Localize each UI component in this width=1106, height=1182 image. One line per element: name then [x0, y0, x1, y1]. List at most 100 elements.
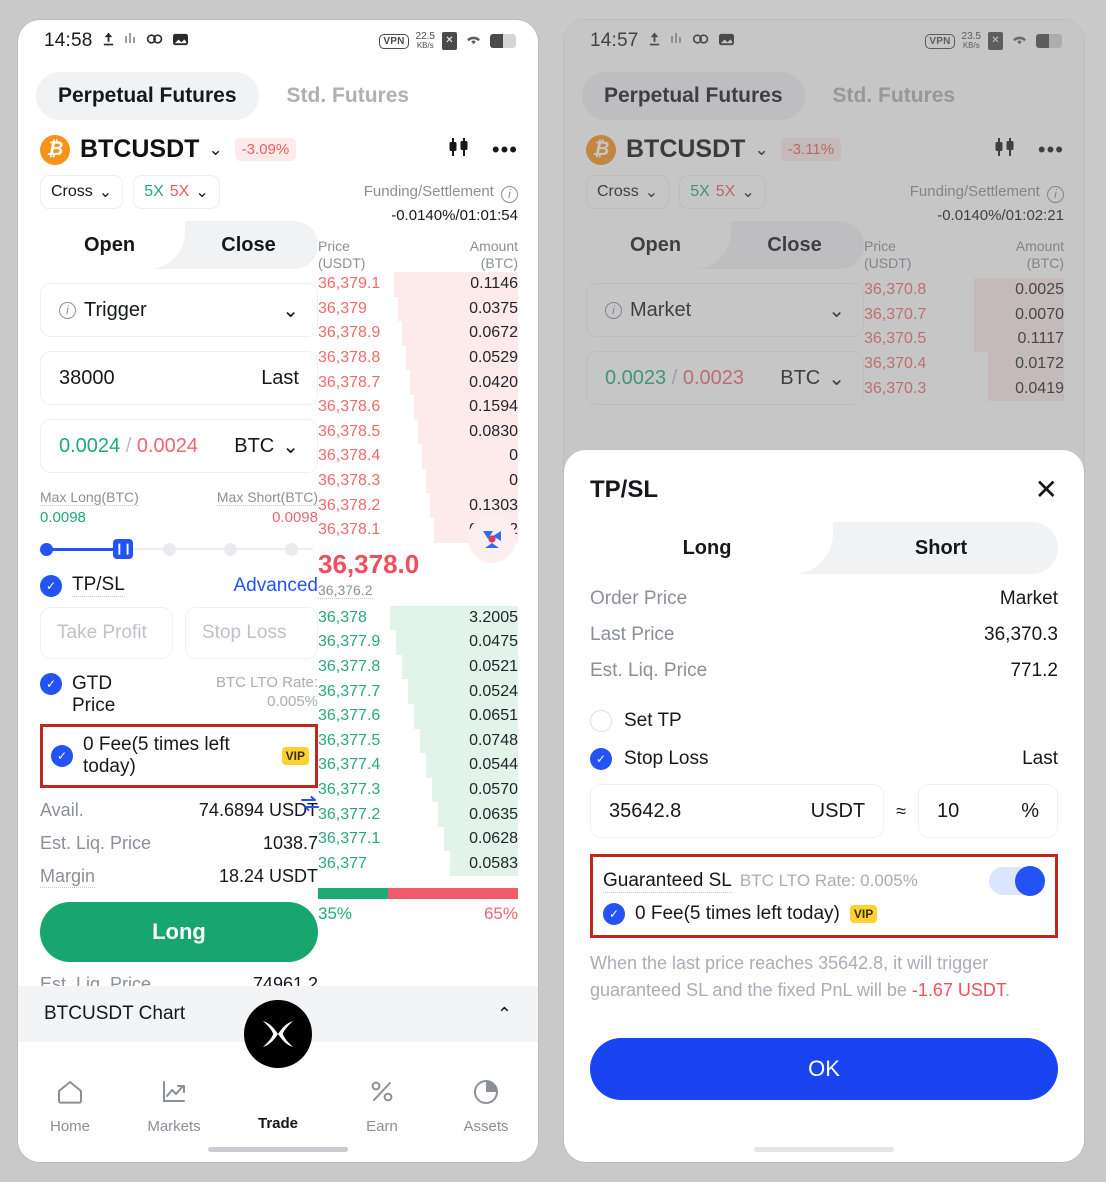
more-options-icon[interactable]: ••• [492, 137, 518, 163]
index-price: 36,376.2 [318, 581, 373, 599]
orderbook-row[interactable]: 36,378.9 0.0672 [318, 321, 518, 346]
orderbook-row[interactable]: 36,379.1 0.1146 [318, 272, 518, 297]
tpsl-checkbox-row[interactable]: ✓ TP/SL Advanced [40, 560, 318, 597]
nav-item-assets[interactable]: Assets [434, 1042, 538, 1162]
orderbook-price: 36,377 [318, 854, 367, 872]
open-close-toggle[interactable]: Open Close [40, 221, 318, 269]
sl-percent-input[interactable]: 10 % [918, 784, 1058, 838]
est-liq-price-row: Est. Liq. Price 771.2 [590, 646, 1058, 682]
orderbook-row[interactable]: 36,377.4 0.0544 [318, 753, 518, 778]
advanced-link[interactable]: Advanced [233, 575, 318, 597]
set-tp-checkbox[interactable] [590, 710, 612, 732]
long-short-toggle[interactable]: Long Short [590, 522, 1058, 574]
zero-fee-checkbox[interactable]: ✓ [603, 903, 625, 925]
orderbook-row[interactable]: 36,377.8 0.0521 [318, 654, 518, 680]
guaranteed-sl-highlight-box: Guaranteed SL BTC LTO Rate: 0.005% ✓ 0 F… [590, 854, 1058, 938]
orderbook-row[interactable]: 36,377.2 0.0635 [318, 802, 518, 827]
chevron-up-icon[interactable]: ⌃ [497, 1004, 512, 1025]
transfer-icon[interactable] [300, 795, 320, 818]
margin-leverage-row: Cross ⌄ 5X 5X ⌄ [40, 169, 318, 209]
slider-tick-0[interactable] [40, 542, 53, 556]
orderbook-row[interactable]: 36,377.6 0.0651 [318, 703, 518, 729]
slider-tick-3[interactable] [224, 542, 237, 556]
set-tp-row[interactable]: Set TP [590, 682, 1058, 732]
tab-perpetual-futures[interactable]: Perpetual Futures [36, 72, 259, 120]
orderbook-row[interactable]: 36,377.7 0.0524 [318, 679, 518, 704]
orderbook-row[interactable]: 36,377.1 0.0628 [318, 826, 518, 852]
sl-note: When the last price reaches 35642.8, it … [590, 938, 1058, 1004]
orderbook-row[interactable]: 36,377.3 0.0570 [318, 777, 518, 803]
nav-label-earn: Earn [366, 1117, 398, 1135]
leverage-selector[interactable]: 5X 5X ⌄ [133, 175, 220, 209]
gtd-price-label: GTD Price [72, 673, 116, 716]
nav-item-trade[interactable]: Trade [226, 1000, 330, 1162]
tab-open[interactable]: Open [40, 221, 179, 269]
stop-loss-price-ref[interactable]: Last [1022, 748, 1058, 770]
trade-logo-icon[interactable] [244, 1000, 312, 1068]
max-short-label: Max Short(BTC) [216, 489, 318, 506]
tab-short[interactable]: Short [824, 522, 1058, 574]
nav-label-markets: Markets [147, 1117, 201, 1135]
tab-long[interactable]: Long [590, 522, 824, 574]
last-price-row: Last Price 36,370.3 [590, 610, 1058, 646]
network-speed-unit: KB/s [416, 41, 434, 50]
stop-loss-checkbox[interactable]: ✓ [590, 748, 612, 770]
tpsl-modal: TP/SL ✕ Long Short Order Price Market La… [564, 450, 1084, 1162]
tab-close[interactable]: Close [179, 221, 318, 269]
status-bar: 14:58 VPN 22.5 KB/s ✕ [18, 20, 538, 62]
info-icon[interactable]: i [501, 186, 518, 203]
trigger-price-ref[interactable]: Last [261, 367, 299, 390]
orderbook-row[interactable]: 36,377 0.0583 [318, 851, 518, 877]
orderbook-price: 36,378.1 [318, 521, 381, 539]
slider-handle[interactable]: ❙❙ [113, 539, 133, 559]
chevron-down-icon[interactable]: ⌄ [208, 140, 222, 160]
orderbook-row[interactable]: 36,378.4 0 [318, 444, 518, 469]
orderbook-row[interactable]: 36,377.5 0.0748 [318, 728, 518, 754]
long-button[interactable]: Long [40, 902, 318, 962]
gtd-price-checkbox[interactable]: ✓ [40, 673, 62, 695]
zero-fee-row[interactable]: ✓ 0 Fee(5 times left today) VIP [603, 903, 1045, 925]
leverage-short-label: 5X [169, 183, 190, 200]
amount-field[interactable]: 0.0024 / 0.0024 BTC ⌄ [40, 419, 318, 473]
network-speed-value: 22.5 [415, 31, 435, 42]
status-time: 14:58 [44, 30, 93, 51]
available-row: Avail. 74.6894 USDT [40, 788, 318, 821]
stop-loss-row[interactable]: ✓ Stop Loss Last [590, 732, 1058, 770]
orderbook-row[interactable]: 36,377.9 0.0475 [318, 630, 518, 655]
orderbook-row[interactable]: 36,378.3 0 [318, 468, 518, 494]
position-size-slider[interactable]: ❙❙ [40, 538, 318, 560]
stop-loss-input[interactable]: Stop Loss [185, 607, 318, 659]
symbol-name[interactable]: BTCUSDT [80, 135, 199, 164]
orderbook-row[interactable]: 36,378.7 0.0420 [318, 370, 518, 395]
bitcoin-icon: ₿ [40, 134, 70, 165]
slider-tick-2[interactable] [163, 542, 176, 556]
margin-mode-selector[interactable]: Cross ⌄ [40, 175, 124, 209]
gtd-price-row[interactable]: ✓ GTD Price BTC LTO Rate: 0.005% [40, 659, 318, 717]
orderbook-amount: 0.0570 [469, 780, 518, 798]
zero-fee-checkbox[interactable]: ✓ [51, 745, 73, 767]
close-icon[interactable]: ✕ [1035, 476, 1058, 504]
vpn-badge: VPN [379, 33, 409, 49]
orderbook-row[interactable]: 36,378.8 0.0529 [318, 345, 518, 371]
orderbook-row[interactable]: 36,378 3.2005 [318, 605, 518, 631]
take-profit-input[interactable]: Take Profit [40, 607, 173, 659]
slider-tick-4[interactable] [285, 542, 298, 556]
sl-price-input[interactable]: 35642.8 USDT [590, 784, 885, 838]
nav-item-earn[interactable]: Earn [330, 1042, 434, 1162]
orderbook-price-header: Price [318, 238, 350, 254]
nav-item-home[interactable]: Home [18, 1042, 122, 1162]
candlestick-chart-icon[interactable] [446, 134, 472, 165]
guaranteed-sl-toggle[interactable] [989, 866, 1045, 896]
order-type-selector[interactable]: i Trigger ⌄ [40, 283, 318, 337]
nav-item-markets[interactable]: Markets [122, 1042, 226, 1162]
trigger-price-field[interactable]: 38000 Last [40, 351, 318, 405]
ok-button[interactable]: OK [590, 1038, 1058, 1100]
orderbook-price: 36,377.4 [318, 756, 381, 774]
tpsl-checkbox[interactable]: ✓ [40, 574, 62, 597]
orderbook-row[interactable]: 36,378.5 0.0830 [318, 419, 518, 445]
tab-std-futures[interactable]: Std. Futures [265, 72, 432, 120]
symbol-row: ₿ BTCUSDT ⌄ -3.09% ••• [18, 126, 538, 169]
orderbook-row[interactable]: 36,378.6 0.1594 [318, 394, 518, 420]
exchange-logo-badge [468, 515, 516, 563]
orderbook-row[interactable]: 36,379 0.0375 [318, 296, 518, 322]
